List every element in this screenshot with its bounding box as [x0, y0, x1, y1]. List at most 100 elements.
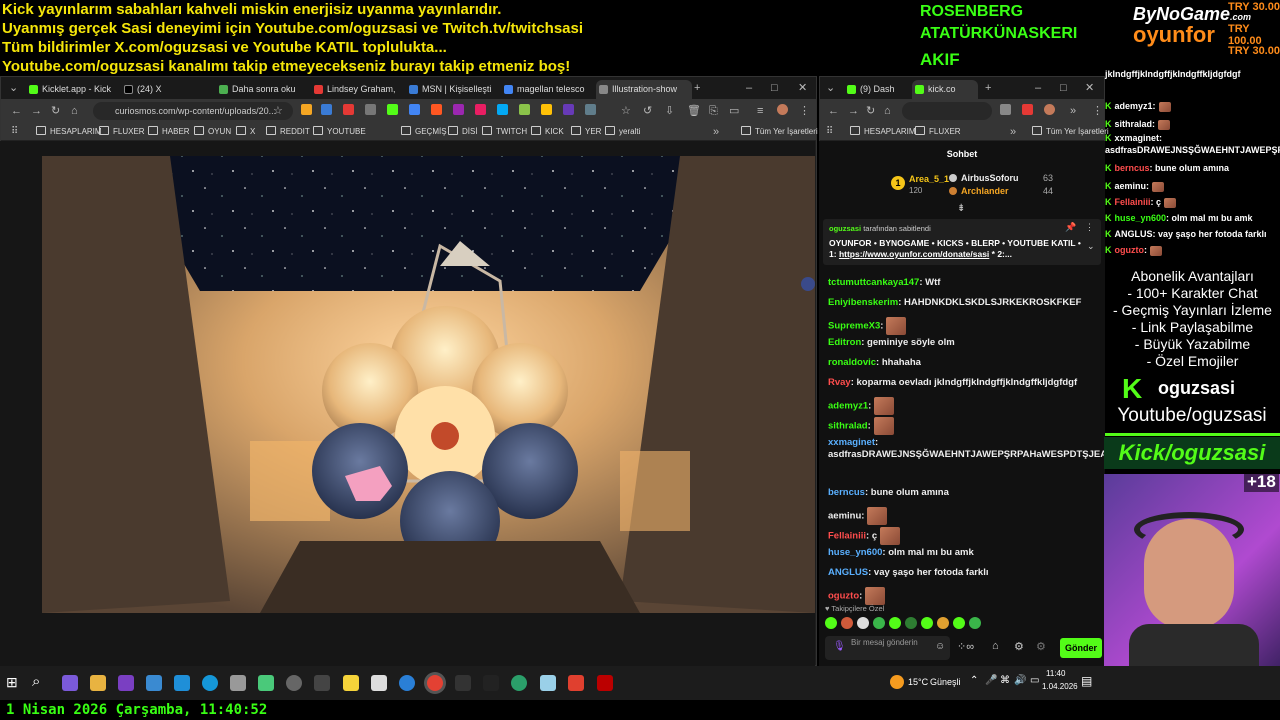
- users-icon[interactable]: ⁘∞: [957, 640, 974, 653]
- back-icon[interactable]: ←: [828, 104, 839, 118]
- extension-icon[interactable]: [563, 104, 574, 115]
- more-bookmarks-icon[interactable]: »: [713, 125, 719, 139]
- close-icon[interactable]: ✕: [798, 81, 807, 95]
- chat-username[interactable]: ademyz1: [828, 401, 868, 412]
- top-supporter-name[interactable]: AirbusSoforu: [961, 173, 1019, 183]
- emote-icon[interactable]: [953, 617, 965, 629]
- bookmark-item[interactable]: YOUTUBE: [313, 126, 366, 138]
- extension-icon[interactable]: [585, 104, 596, 115]
- vivaldi-icon[interactable]: [568, 675, 584, 691]
- app-icon[interactable]: [455, 675, 471, 691]
- battery-icon[interactable]: ▭: [1030, 675, 1039, 686]
- clock-date[interactable]: 1.04.2026: [1042, 682, 1078, 691]
- tab-dashboard[interactable]: (9) Dash: [844, 80, 910, 99]
- chat-username[interactable]: aeminu: [828, 511, 861, 522]
- app-icon[interactable]: [597, 675, 613, 691]
- bookmark-item[interactable]: yeralti: [605, 126, 640, 138]
- chat-username[interactable]: SupremeX3: [828, 321, 880, 332]
- bookmark-item[interactable]: DİSİ: [448, 126, 478, 138]
- all-bookmarks[interactable]: Tüm Yer İşaretleri: [741, 126, 818, 138]
- gift-icon[interactable]: ⌂: [992, 640, 999, 652]
- camera-icon[interactable]: [230, 675, 246, 691]
- emote-icon[interactable]: [921, 617, 933, 629]
- clock-time[interactable]: 11:40: [1046, 669, 1065, 678]
- emote-icon[interactable]: [873, 617, 885, 629]
- extension-icon[interactable]: [321, 104, 332, 115]
- app-icon[interactable]: [371, 675, 387, 691]
- extension-icon[interactable]: [1022, 104, 1033, 115]
- emote-icon[interactable]: [841, 617, 853, 629]
- emote-icon[interactable]: [889, 617, 901, 629]
- tray-chevron-icon[interactable]: ⌃: [970, 675, 978, 686]
- pinned-link[interactable]: https://www.oyunfor.com/donate/sasi: [839, 249, 989, 259]
- tab-kicklet[interactable]: Kicklet.app - Kick: [26, 80, 118, 99]
- reload-icon[interactable]: ↻: [51, 104, 60, 118]
- weather-icon[interactable]: [890, 675, 904, 689]
- extension-icon[interactable]: [519, 104, 530, 115]
- copy-icon[interactable]: ⎘: [709, 104, 718, 118]
- tab-read-later[interactable]: Daha sonra oku: [216, 80, 306, 99]
- app-icon[interactable]: [258, 675, 274, 691]
- chat-username[interactable]: berncus: [828, 487, 865, 498]
- bookmark-item[interactable]: X: [236, 126, 255, 138]
- emote-icon[interactable]: [857, 617, 869, 629]
- music-icon[interactable]: [483, 675, 499, 691]
- extension-icon[interactable]: [541, 104, 552, 115]
- settings-alt-icon[interactable]: ⚙: [1036, 640, 1046, 653]
- notifications-icon[interactable]: ▤: [1081, 674, 1092, 688]
- extension-icon[interactable]: [1000, 104, 1011, 115]
- chrome-icon[interactable]: [427, 675, 443, 691]
- profile-avatar[interactable]: [777, 104, 788, 115]
- apps-icon[interactable]: ⠿: [11, 125, 18, 139]
- kebab-menu-icon[interactable]: ⋮: [1085, 222, 1094, 233]
- back-icon[interactable]: ←: [11, 104, 22, 118]
- address-bar[interactable]: [902, 102, 992, 120]
- kebab-menu-icon[interactable]: ⋮: [1092, 104, 1103, 118]
- app-icon[interactable]: [399, 675, 415, 691]
- minimize-icon[interactable]: –: [1035, 81, 1041, 95]
- tab-msn[interactable]: MSN | Kişiselleşti: [406, 80, 496, 99]
- chat-username[interactable]: Rvay: [828, 377, 851, 388]
- extension-icon[interactable]: [475, 104, 486, 115]
- tab-magellan[interactable]: magellan telesco: [501, 80, 591, 99]
- extension-icon[interactable]: [365, 104, 376, 115]
- minimize-icon[interactable]: –: [746, 81, 752, 95]
- sync-app-icon[interactable]: [174, 675, 190, 691]
- more-bookmarks-icon[interactable]: »: [1010, 125, 1016, 139]
- tab-x[interactable]: (24) X: [121, 80, 211, 99]
- profile-avatar[interactable]: [1044, 104, 1055, 115]
- bookmark-icon[interactable]: ☆: [621, 104, 631, 118]
- telescope-illustration[interactable]: [0, 141, 815, 666]
- top-supporter-name[interactable]: Archlander: [961, 186, 1009, 196]
- extension-icon[interactable]: [301, 104, 312, 115]
- edge-icon[interactable]: [202, 675, 218, 691]
- app-icon[interactable]: [314, 675, 330, 691]
- extension-icon[interactable]: [497, 104, 508, 115]
- bookmark-item[interactable]: HESAPLARIM: [36, 126, 102, 138]
- chat-username[interactable]: Editron: [828, 337, 861, 348]
- more-icon[interactable]: »: [1070, 104, 1076, 118]
- bookmark-item[interactable]: FLUXER: [99, 126, 145, 138]
- all-bookmarks[interactable]: Tüm Yer İşaretleri: [1032, 126, 1109, 138]
- chat-username[interactable]: oguzto: [828, 591, 859, 602]
- emote-icon[interactable]: [937, 617, 949, 629]
- settings-icon[interactable]: ⚙: [1014, 640, 1024, 653]
- tab-search-icon[interactable]: ⌄: [9, 81, 18, 95]
- forward-icon[interactable]: →: [31, 104, 42, 118]
- chat-username[interactable]: xxmaginet: [828, 437, 875, 448]
- feather-app-icon[interactable]: [62, 675, 78, 691]
- sidebar-icon[interactable]: ▭: [729, 104, 739, 118]
- bookmark-item[interactable]: TWITCH: [482, 126, 527, 138]
- new-tab-icon[interactable]: +: [694, 81, 700, 95]
- bookmark-item[interactable]: HESAPLARIM: [850, 126, 916, 138]
- chat-username[interactable]: ronaldovic: [828, 357, 876, 368]
- download-icon[interactable]: ⇩: [665, 104, 674, 118]
- close-icon[interactable]: ✕: [1085, 81, 1094, 95]
- obs-icon[interactable]: [286, 675, 302, 691]
- app-icon[interactable]: [511, 675, 527, 691]
- chat-username[interactable]: Fellainiii: [828, 531, 866, 542]
- bookmark-item[interactable]: YER: [571, 126, 601, 138]
- bookmark-item[interactable]: KICK: [531, 126, 564, 138]
- forward-icon[interactable]: →: [848, 104, 859, 118]
- extension-icon[interactable]: [387, 104, 398, 115]
